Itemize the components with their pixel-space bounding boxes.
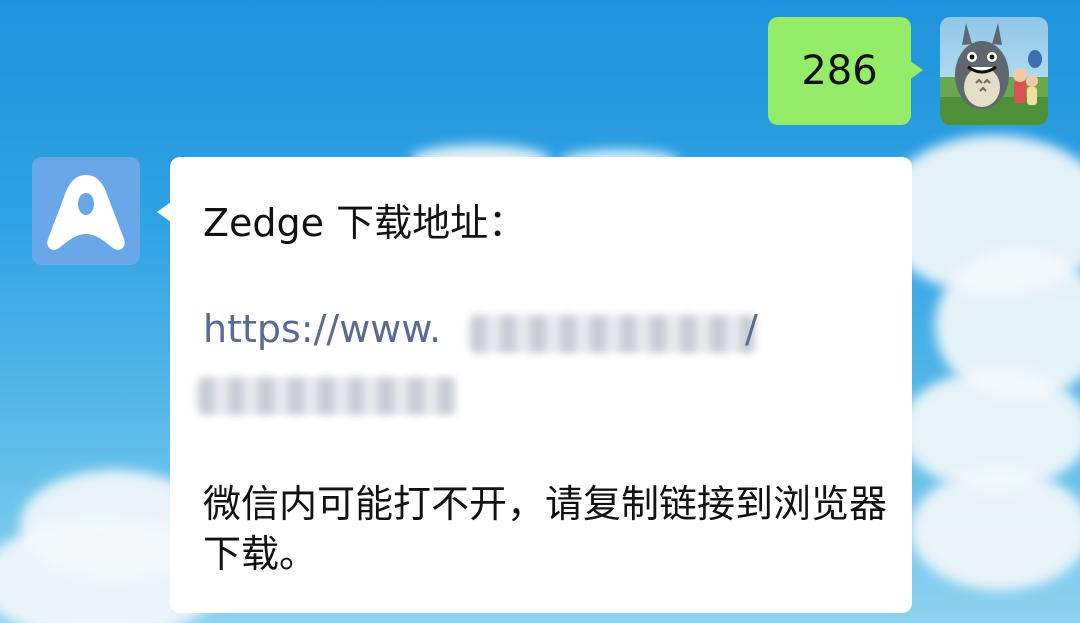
cloud-decoration bbox=[910, 470, 1080, 590]
sent-message-bubble[interactable]: 286 bbox=[768, 17, 911, 125]
message-body: 微信内可能打不开，请复制链接到浏览器下载。 bbox=[203, 482, 888, 576]
download-link-visible-prefix: https://www. bbox=[203, 307, 442, 351]
totoro-avatar-icon bbox=[940, 17, 1048, 125]
sent-message-text: 286 bbox=[801, 48, 878, 94]
received-message-bubble[interactable]: Zedge 下载地址： https://www. / 微信内可能打不开，请复制链… bbox=[170, 157, 912, 613]
received-message-tail bbox=[157, 202, 171, 222]
sender-avatar[interactable] bbox=[32, 157, 140, 265]
user-avatar[interactable] bbox=[940, 17, 1048, 125]
sent-message-tail bbox=[909, 60, 923, 80]
download-link[interactable]: https://www. bbox=[203, 307, 441, 351]
download-link-trailing-char: / bbox=[745, 307, 758, 351]
redacted-url-blur bbox=[198, 377, 456, 415]
message-title: Zedge 下载地址： bbox=[203, 201, 527, 245]
redacted-url-blur bbox=[470, 315, 755, 353]
app-logo-icon bbox=[32, 157, 140, 265]
